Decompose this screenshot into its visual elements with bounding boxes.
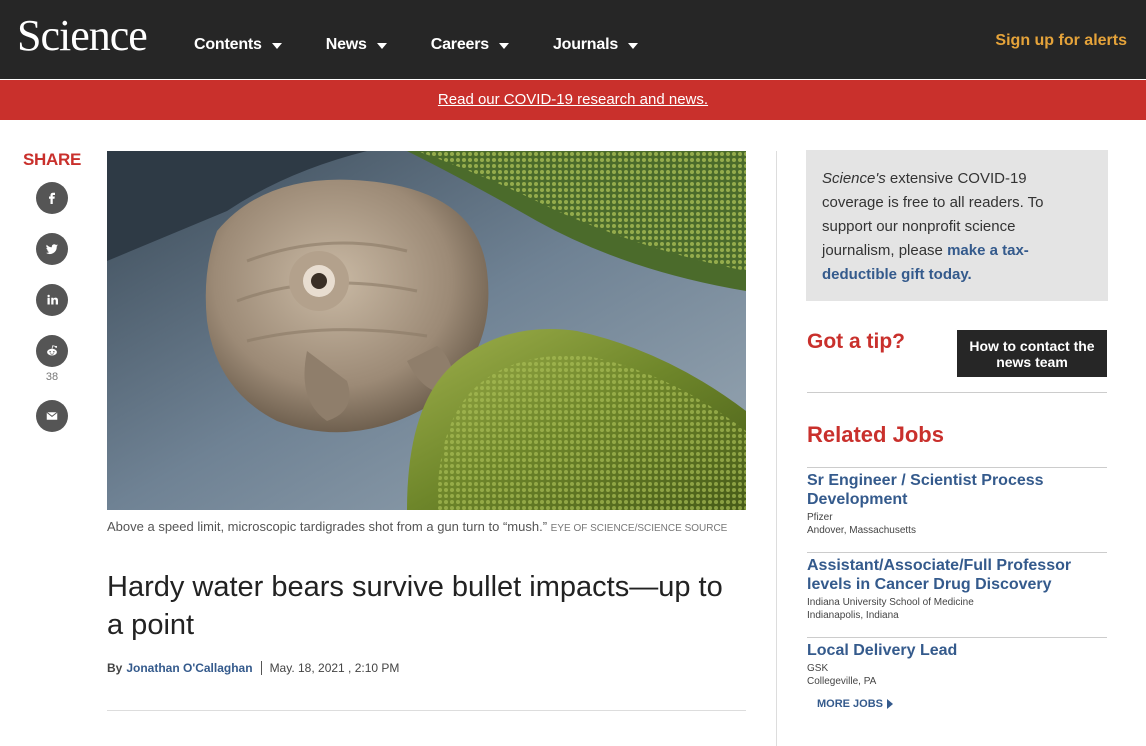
contact-news-team-button[interactable]: How to contact the news team	[957, 330, 1107, 377]
job-item: Assistant/Associate/Full Professor level…	[807, 552, 1107, 637]
got-a-tip-title: Got a tip?	[807, 330, 905, 353]
nav-journals[interactable]: Journals	[552, 36, 639, 54]
job-org: Indiana University School of Medicine	[807, 597, 974, 608]
related-jobs-title: Related Jobs	[807, 422, 944, 447]
byline-by: By	[107, 661, 123, 675]
caret-down-icon	[271, 43, 282, 49]
more-jobs-label: MORE JOBS	[817, 698, 884, 710]
job-title-link[interactable]: Sr Engineer / Scientist Process Developm…	[807, 471, 1107, 509]
job-title-link[interactable]: Local Delivery Lead	[807, 641, 1107, 660]
twitter-icon[interactable]	[36, 233, 68, 265]
job-item: Sr Engineer / Scientist Process Developm…	[807, 467, 1107, 552]
share-rail: SHARE 38	[22, 150, 82, 451]
facebook-icon[interactable]	[36, 182, 68, 214]
tardigrade-image	[107, 151, 746, 510]
job-title-link[interactable]: Assistant/Associate/Full Professor level…	[807, 556, 1107, 594]
site-header: Science Contents News Careers Journals S…	[0, 0, 1146, 79]
sidebar-divider	[807, 392, 1107, 393]
reddit-count: 38	[45, 371, 59, 383]
job-location: Indianapolis, Indiana	[807, 610, 899, 621]
share-title: SHARE	[22, 150, 81, 169]
reddit-icon[interactable]	[36, 335, 68, 367]
job-location: Collegeville, PA	[807, 676, 877, 687]
sign-up-alerts-link[interactable]: Sign up for alerts	[995, 32, 1127, 50]
science-logo[interactable]: Science	[17, 12, 148, 60]
byline: By Jonathan O'Callaghan May. 18, 2021 , …	[107, 661, 399, 675]
more-jobs-link[interactable]: MORE JOBS	[817, 698, 894, 710]
job-org: Pfizer	[807, 512, 833, 523]
main-nav: Contents News Careers Journals	[194, 36, 682, 54]
related-jobs-list: Sr Engineer / Scientist Process Developm…	[807, 467, 1107, 722]
publish-date: May. 18, 2021 , 2:10 PM	[269, 661, 400, 675]
donate-box: Science's extensive COVID-19 coverage is…	[806, 150, 1108, 301]
covid-banner: Read our COVID-19 research and news.	[0, 80, 1146, 120]
article-hero-image	[107, 151, 746, 510]
nav-label: Journals	[552, 36, 619, 53]
image-caption: Above a speed limit, microscopic tardigr…	[107, 518, 746, 538]
image-credit: EYE OF SCIENCE/SCIENCE SOURCE	[550, 523, 728, 534]
nav-label: Contents	[194, 36, 262, 53]
linkedin-icon[interactable]	[36, 284, 68, 316]
covid-banner-link[interactable]: Read our COVID-19 research and news.	[438, 91, 708, 108]
nav-contents[interactable]: Contents	[194, 36, 282, 54]
nav-news[interactable]: News	[326, 36, 387, 54]
column-divider	[776, 151, 777, 746]
caret-down-icon	[498, 43, 509, 49]
article-divider	[107, 710, 746, 711]
caret-down-icon	[628, 43, 639, 49]
byline-separator	[260, 661, 262, 675]
email-icon[interactable]	[36, 400, 68, 432]
job-location: Andover, Massachusetts	[807, 525, 916, 536]
triangle-right-icon	[887, 699, 894, 709]
nav-label: News	[325, 36, 367, 53]
author-link[interactable]: Jonathan O'Callaghan	[126, 661, 252, 675]
caret-down-icon	[376, 43, 387, 49]
article-headline: Hardy water bears survive bullet impacts…	[107, 571, 723, 641]
caption-text: Above a speed limit, microscopic tardigr…	[107, 519, 548, 534]
nav-careers[interactable]: Careers	[431, 36, 509, 54]
nav-label: Careers	[430, 36, 489, 53]
job-org: GSK	[807, 663, 829, 674]
donate-italic: Science's	[822, 170, 886, 187]
